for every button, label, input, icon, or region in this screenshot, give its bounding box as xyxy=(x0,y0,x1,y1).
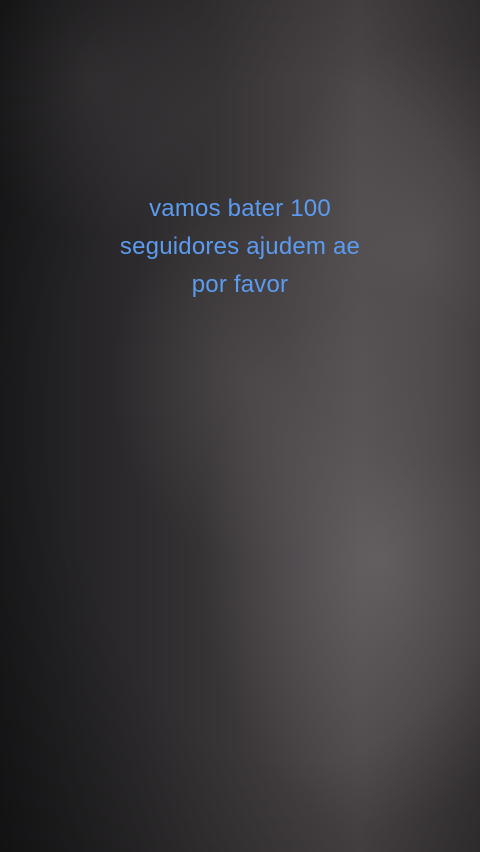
background-vignette xyxy=(0,0,480,852)
caption-line-2: seguidores ajudem ae xyxy=(119,233,361,260)
caption-text: vamos bater 100 seguidores ajudem ae por… xyxy=(0,190,480,304)
photo-background: vamos bater 100 seguidores ajudem ae por… xyxy=(0,0,480,852)
caption-line-1: vamos bater 100 xyxy=(149,195,331,222)
caption-line-3: por favor xyxy=(191,271,289,298)
